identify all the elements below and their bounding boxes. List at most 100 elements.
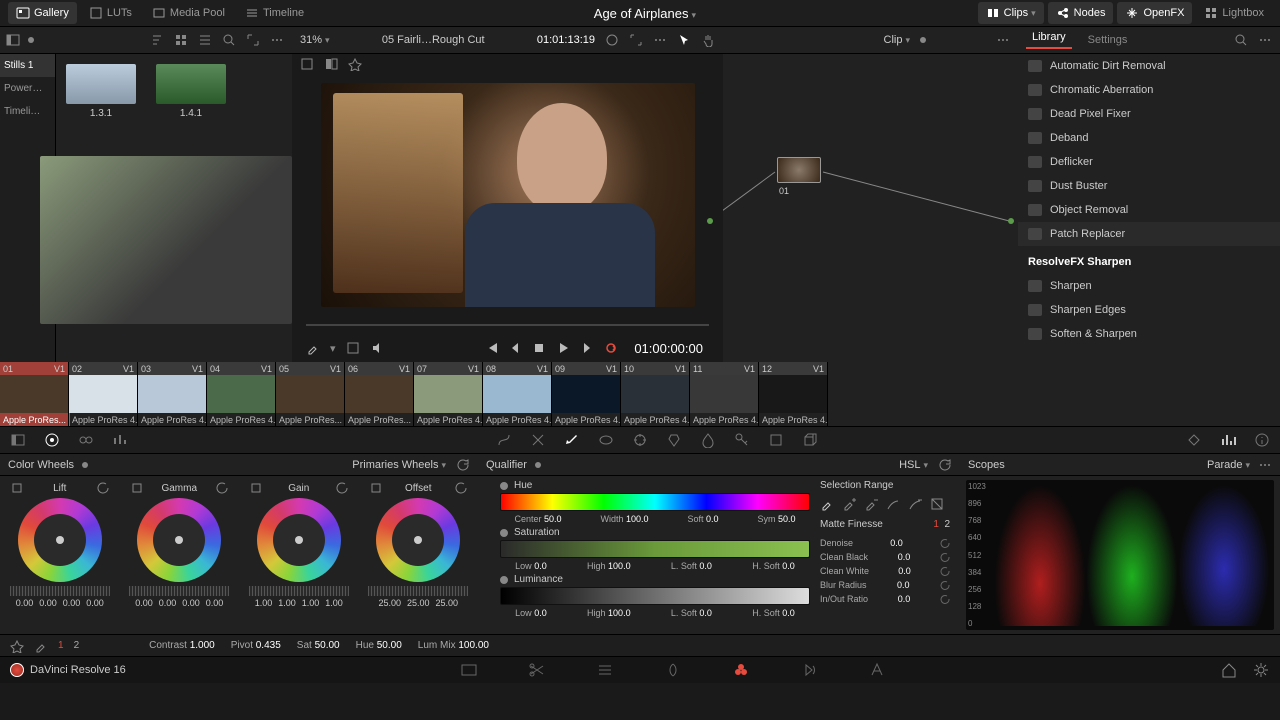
clip-thumbnail[interactable]: 11V1Apple ProRes 4... (690, 362, 759, 426)
list-icon[interactable] (198, 33, 212, 47)
curves-icon[interactable] (496, 432, 512, 448)
blackpoint-icon[interactable] (10, 481, 24, 495)
clip-thumbnail[interactable]: 04V1Apple ProRes 4... (207, 362, 276, 426)
qualifier-icon[interactable] (564, 432, 580, 448)
mf-page-2[interactable]: 2 (944, 519, 950, 530)
contrast-field[interactable]: 1.000 (190, 640, 215, 651)
next-frame-button[interactable] (580, 341, 594, 355)
tracking-icon[interactable] (632, 432, 648, 448)
magic-mask-icon[interactable] (666, 432, 682, 448)
fx-item[interactable]: Dead Pixel Fixer (1018, 102, 1280, 126)
wheel-value[interactable]: 1.00 (325, 598, 343, 608)
sat-bar[interactable] (500, 540, 810, 558)
color-wheel[interactable] (18, 498, 102, 582)
picker-add-icon[interactable] (842, 497, 856, 511)
sidebar-item-powergrades[interactable]: Power… (0, 77, 55, 100)
mf-value[interactable]: 0.0 (898, 594, 911, 604)
hue-field[interactable]: 50.00 (377, 640, 402, 651)
key-icon[interactable] (734, 432, 750, 448)
pivot-field[interactable]: 0.435 (256, 640, 281, 651)
checkbox-icon[interactable] (346, 341, 360, 355)
wheel-value[interactable]: 0.00 (63, 598, 81, 608)
nodes-toggle[interactable]: Nodes (1048, 2, 1114, 24)
grid-icon[interactable] (174, 33, 188, 47)
mediapool-toggle[interactable]: Media Pool (144, 2, 233, 24)
wheel-value[interactable]: 0.00 (159, 598, 177, 608)
wheel-value[interactable]: 25.00 (407, 598, 430, 608)
stop-button[interactable] (532, 341, 546, 355)
scopes-icon[interactable] (1220, 432, 1236, 448)
blackpoint-icon[interactable] (249, 481, 263, 495)
fx-item[interactable]: Soften & Sharpen (1018, 322, 1280, 346)
gallery-toggle[interactable]: Gallery (8, 2, 77, 24)
reset-icon[interactable] (940, 566, 950, 576)
loop-button[interactable] (604, 341, 618, 355)
wheel-value[interactable]: 0.00 (39, 598, 57, 608)
sort-icon[interactable] (150, 33, 164, 47)
reset-icon[interactable] (940, 552, 950, 562)
wheel-value[interactable]: 0.00 (206, 598, 224, 608)
viewer-video[interactable] (321, 83, 695, 307)
master-wheel[interactable] (129, 586, 229, 596)
wheel-value[interactable]: 0.00 (16, 598, 34, 608)
timeline-name[interactable]: 05 Fairli…Rough Cut (340, 34, 527, 46)
home-icon[interactable] (1220, 661, 1238, 679)
fx-item[interactable]: Sharpen (1018, 274, 1280, 298)
graph-input[interactable] (707, 218, 713, 224)
splitscreen-icon[interactable] (324, 57, 338, 71)
reset-icon[interactable] (938, 458, 952, 472)
qualifier-mode[interactable]: HSL (899, 459, 928, 471)
nodes-mode[interactable]: Clip (884, 34, 910, 46)
fx-item[interactable]: Deflicker (1018, 150, 1280, 174)
picker-sub-icon[interactable] (864, 497, 878, 511)
luts-toggle[interactable]: LUTs (81, 2, 140, 24)
reset-icon[interactable] (940, 594, 950, 604)
wheel-value[interactable]: 1.00 (255, 598, 273, 608)
picker-icon[interactable] (34, 639, 48, 653)
openfx-toggle[interactable]: OpenFX (1117, 2, 1192, 24)
lummix-field[interactable]: 100.00 (458, 640, 489, 651)
wheel-value[interactable]: 25.00 (436, 598, 459, 608)
clip-thumbnail[interactable]: 06V1Apple ProRes... (345, 362, 414, 426)
zoom-level[interactable]: 31% (300, 34, 330, 46)
reset-icon[interactable] (215, 481, 229, 495)
more-icon[interactable] (653, 33, 667, 47)
color-wheel[interactable] (137, 498, 221, 582)
mf-page-1[interactable]: 1 (933, 519, 939, 530)
fx-item[interactable]: Patch Replacer (1018, 222, 1280, 246)
sat-field[interactable]: 50.00 (315, 640, 340, 651)
blackpoint-icon[interactable] (130, 481, 144, 495)
more-icon[interactable] (270, 33, 284, 47)
clip-thumbnail[interactable]: 09V1Apple ProRes 4... (552, 362, 621, 426)
reset-icon[interactable] (456, 458, 470, 472)
deliver-page-icon[interactable] (868, 661, 886, 679)
fusion-page-icon[interactable] (664, 661, 682, 679)
fx-item[interactable]: Object Removal (1018, 198, 1280, 222)
reset-icon[interactable] (940, 538, 950, 548)
play-button[interactable] (556, 341, 570, 355)
graph-output[interactable] (1008, 218, 1014, 224)
more-icon[interactable] (1258, 33, 1272, 47)
clip-thumbnail[interactable]: 12V1Apple ProRes 4... (759, 362, 828, 426)
page-2[interactable]: 2 (74, 640, 80, 651)
mf-value[interactable]: 0.0 (897, 580, 910, 590)
picker-icon[interactable] (306, 341, 320, 355)
first-frame-button[interactable] (484, 341, 498, 355)
fx-item[interactable]: Sharpen Edges (1018, 298, 1280, 322)
tab-settings[interactable]: Settings (1082, 34, 1134, 46)
sidebar-item-stills[interactable]: Stills 1 (0, 54, 55, 77)
wheel-value[interactable]: 1.00 (278, 598, 296, 608)
node-graph[interactable]: 01 (723, 54, 1018, 362)
master-wheel[interactable] (368, 586, 468, 596)
color-wheel[interactable] (257, 498, 341, 582)
mute-icon[interactable] (370, 341, 384, 355)
blur-icon[interactable] (700, 432, 716, 448)
lum-toggle[interactable] (500, 576, 508, 584)
invert-icon[interactable] (930, 497, 944, 511)
wheel-value[interactable]: 0.00 (182, 598, 200, 608)
reset-icon[interactable] (454, 481, 468, 495)
clip-thumbnail[interactable]: 01V1Apple ProRes... (0, 362, 69, 426)
blackpoint-icon[interactable] (369, 481, 383, 495)
fullscreen-icon[interactable] (629, 33, 643, 47)
clip-thumbnail[interactable]: 03V1Apple ProRes 4... (138, 362, 207, 426)
